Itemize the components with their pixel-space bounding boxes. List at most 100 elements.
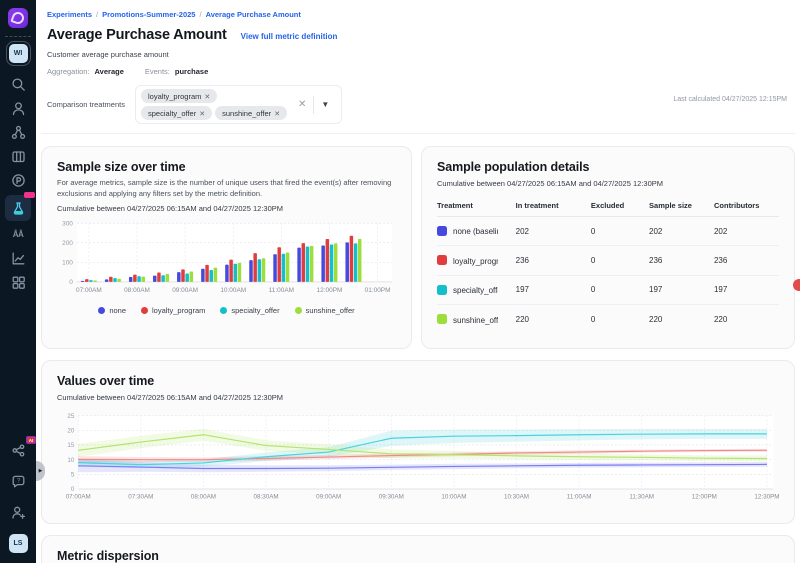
legend-item-loyalty: loyalty_program [141,306,205,315]
svg-text:07:00AM: 07:00AM [76,287,102,294]
svg-text:09:30AM: 09:30AM [379,494,404,501]
breadcrumb-metric[interactable]: Average Purchase Amount [206,10,301,19]
sample-size-description: For average metrics, sample size is the … [57,178,396,199]
sample-size-title: Sample size over time [57,160,396,174]
sample-size-cumulative: Cumulative between 04/27/2025 06:15AM an… [57,204,396,213]
svg-text:07:00AM: 07:00AM [66,494,91,501]
flask-icon [11,201,26,216]
ai-badge: AI [26,436,36,444]
svg-text:10:00AM: 10:00AM [220,287,246,294]
sidebar-item-profile[interactable] [5,97,31,120]
new-badge [24,192,35,198]
chip-remove-icon[interactable]: ✕ [274,111,280,118]
svg-text:09:00AM: 09:00AM [172,287,198,294]
svg-text:5: 5 [71,472,75,479]
breadcrumb-separator: / [96,10,98,19]
page-header: Experiments/Promotions-Summer-2025/Avera… [41,0,795,134]
values-chart: 051015202507:00AM07:30AM08:00AM08:30AM09… [57,406,779,518]
sidebar-item-insights[interactable] [5,247,31,270]
values-card: Values over time Cumulative between 04/2… [41,360,795,524]
chart-legend: none loyalty_program specialty_offer sun… [57,306,396,315]
legend-dot [220,307,227,314]
chip-loyalty-program[interactable]: loyalty_program✕ [141,89,217,103]
svg-text:09:00AM: 09:00AM [316,494,341,501]
sample-size-chart: 0 100 200 300 07:00AM 08:00AM 09:00AM 10:00AM 11… [57,217,396,305]
breadcrumb: Experiments/Promotions-Summer-2025/Avera… [47,10,790,19]
chevron-down-icon[interactable]: ▼ [314,100,336,109]
svg-text:01:00PM: 01:00PM [365,287,391,294]
dispersion-card: Metric dispersion Cumulative between 04/… [41,535,795,563]
breadcrumb-experiment[interactable]: Promotions-Summer-2025 [102,10,195,19]
chip-remove-icon[interactable]: ✕ [204,94,210,101]
chip-remove-icon[interactable]: ✕ [199,111,205,118]
legend-dot [98,307,105,314]
workspace-badge[interactable]: WI [9,44,28,63]
svg-text:10: 10 [67,457,74,464]
nodes-icon [11,125,26,140]
sidebar-item-ai-assistant[interactable]: AI [5,439,31,462]
treatment-swatch [437,285,447,295]
sidebar-item-pulse[interactable] [5,169,31,192]
app-root: WI [0,0,800,563]
legend-item-specialty: specialty_offer [220,306,279,315]
sidebar-item-dashboards[interactable] [5,271,31,294]
feedback-tab[interactable] [793,279,800,291]
legend-item-sunshine: sunshine_offer [295,306,355,315]
svg-text:100: 100 [62,260,73,267]
svg-text:15: 15 [67,442,74,449]
chip-specialty-offer[interactable]: specialty_offer✕ [141,106,212,120]
person-plus-icon [11,505,26,520]
population-cumulative: Cumulative between 04/27/2025 06:15AM an… [437,179,779,188]
table-row: specialty_offer 197 0 197 197 [437,275,779,304]
last-calculated: Last calculated 04/27/2025 12:15PM [673,96,787,103]
sidebar-item-invite[interactable] [5,501,31,524]
dispersion-title: Metric dispersion [57,549,779,563]
app-logo-icon[interactable] [8,8,28,28]
metric-subtitle: Customer average purchase amount [47,50,790,59]
ai-nodes-icon [11,443,26,458]
sidebar-item-experiments[interactable] [5,195,31,221]
sidebar-item-autotune[interactable]: ÂÂ [5,223,31,246]
svg-text:25: 25 [67,413,74,420]
line-chart-icon [11,251,26,266]
bottom-workspace-badge[interactable]: LS [9,534,28,553]
svg-text:12:00PM: 12:00PM [317,287,343,294]
select-clear-icon[interactable]: ✕ [291,99,313,110]
sample-size-card: Sample size over time For average metric… [41,146,412,349]
pulse-icon [11,173,26,188]
treatments-select[interactable]: loyalty_program✕ specialty_offer✕ sunshi… [135,85,342,124]
events-value: purchase [175,67,208,76]
events-label: Events: [145,67,170,76]
breadcrumb-experiments[interactable]: Experiments [47,10,92,19]
values-cumulative: Cumulative between 04/27/2025 06:15AM an… [57,393,779,402]
aggregation-value: Average [95,67,124,76]
page-title: Average Purchase Amount [47,27,227,43]
svg-text:20: 20 [67,428,74,435]
table-row: loyalty_program 236 0 236 236 [437,246,779,275]
autotune-icon: ÂÂ [13,230,24,239]
values-title: Values over time [57,374,779,388]
svg-text:12:30PM: 12:30PM [754,494,779,501]
svg-text:10:00AM: 10:00AM [441,494,466,501]
svg-text:08:00AM: 08:00AM [124,287,150,294]
legend-dot [295,307,302,314]
svg-text:300: 300 [62,221,73,228]
sidebar-item-gates[interactable] [5,121,31,144]
legend-dot [141,307,148,314]
view-metric-definition-link[interactable]: View full metric definition [241,32,338,41]
sidebar-item-support-chat[interactable]: ? [5,470,31,493]
svg-text:11:30AM: 11:30AM [629,494,654,501]
population-title: Sample population details [437,160,779,174]
svg-text:08:30AM: 08:30AM [254,494,279,501]
svg-text:0: 0 [69,279,73,286]
person-icon [11,101,26,116]
svg-text:200: 200 [62,240,73,247]
svg-text:11:00AM: 11:00AM [567,494,592,501]
sidebar-item-search[interactable] [5,73,31,96]
svg-text:11:00AM: 11:00AM [269,287,294,294]
columns-icon [11,149,26,164]
sidebar-item-layers[interactable] [5,145,31,168]
chip-sunshine-offer[interactable]: sunshine_offer✕ [215,106,287,120]
svg-text:12:00PM: 12:00PM [692,494,717,501]
table-header-row: Treatment In treatment Excluded Sample s… [437,196,779,217]
